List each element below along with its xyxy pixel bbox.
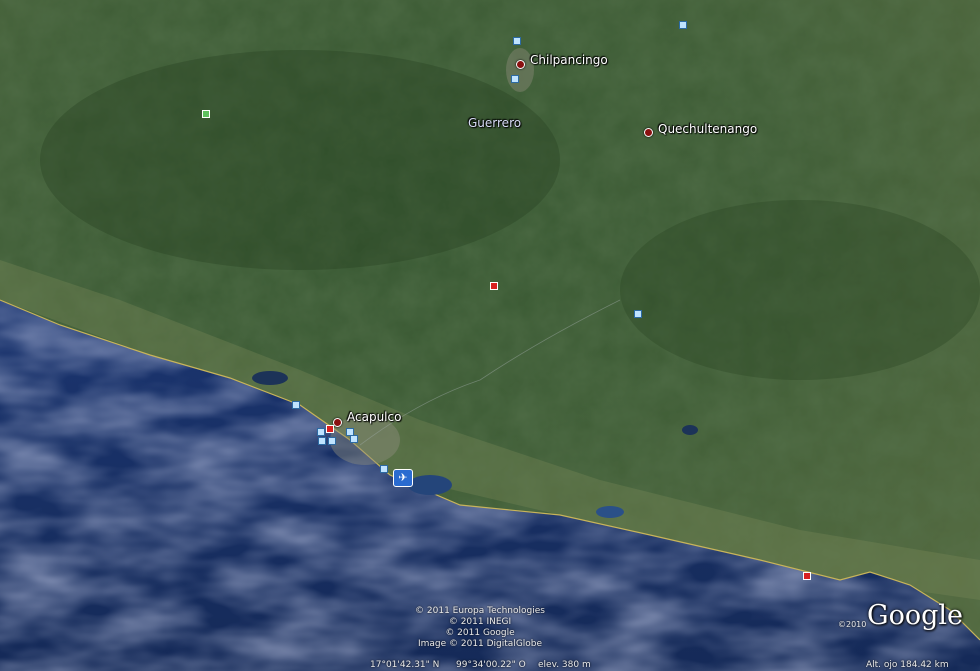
longitude-readout: 99°34'00.22" O — [456, 660, 526, 670]
poi-square-icon[interactable] — [511, 75, 519, 83]
poi-square-icon[interactable] — [634, 310, 642, 318]
poi-square-icon[interactable] — [380, 465, 388, 473]
credit-line: Image © 2011 DigitalGlobe — [417, 639, 543, 649]
lagoon — [596, 506, 624, 518]
credit-line: © 2011 INEGI — [448, 617, 512, 627]
poi-square-icon[interactable] — [318, 437, 326, 445]
poi-green-icon[interactable] — [202, 110, 210, 118]
poi-square-icon[interactable] — [317, 428, 325, 436]
poi-square-icon[interactable] — [350, 435, 358, 443]
chilpancingo-label[interactable]: Chilpancingo — [530, 53, 608, 67]
quechultenango-label[interactable]: Quechultenango — [658, 122, 757, 136]
poi-square-icon[interactable] — [679, 21, 687, 29]
acapulco-label[interactable]: Acapulco — [347, 410, 401, 424]
map-credits: © 2011 Europa Technologies © 2011 INEGI … — [380, 606, 580, 650]
quechultenango-marker-icon[interactable] — [644, 128, 653, 137]
acapulco-marker-icon[interactable] — [333, 418, 342, 427]
guerrero-label[interactable]: Guerrero — [468, 116, 521, 130]
poi-red-icon[interactable] — [326, 425, 334, 433]
satellite-map[interactable] — [0, 0, 980, 671]
google-logo: Google — [867, 600, 963, 631]
lagoon — [682, 425, 698, 435]
poi-red-icon[interactable] — [803, 572, 811, 580]
airport-icon[interactable]: ✈ — [393, 469, 413, 487]
lagoon — [252, 371, 288, 385]
chilpancingo-marker-icon[interactable] — [516, 60, 525, 69]
poi-square-icon[interactable] — [328, 437, 336, 445]
status-bar: 17°01'42.31" N 99°34'00.22" O elev. 380 … — [0, 658, 980, 671]
eye-altitude-readout: Alt. ojo 184.42 km — [866, 660, 949, 670]
credit-line: © 2011 Google — [445, 628, 515, 638]
poi-square-icon[interactable] — [292, 401, 300, 409]
poi-square-icon[interactable] — [513, 37, 521, 45]
latitude-readout: 17°01'42.31" N — [370, 660, 440, 670]
credit-line: © 2011 Europa Technologies — [415, 606, 545, 616]
logo-year: ©2010 — [838, 620, 867, 629]
lagoon — [408, 475, 452, 495]
poi-red-icon[interactable] — [490, 282, 498, 290]
elevation-readout: elev. 380 m — [538, 660, 591, 670]
